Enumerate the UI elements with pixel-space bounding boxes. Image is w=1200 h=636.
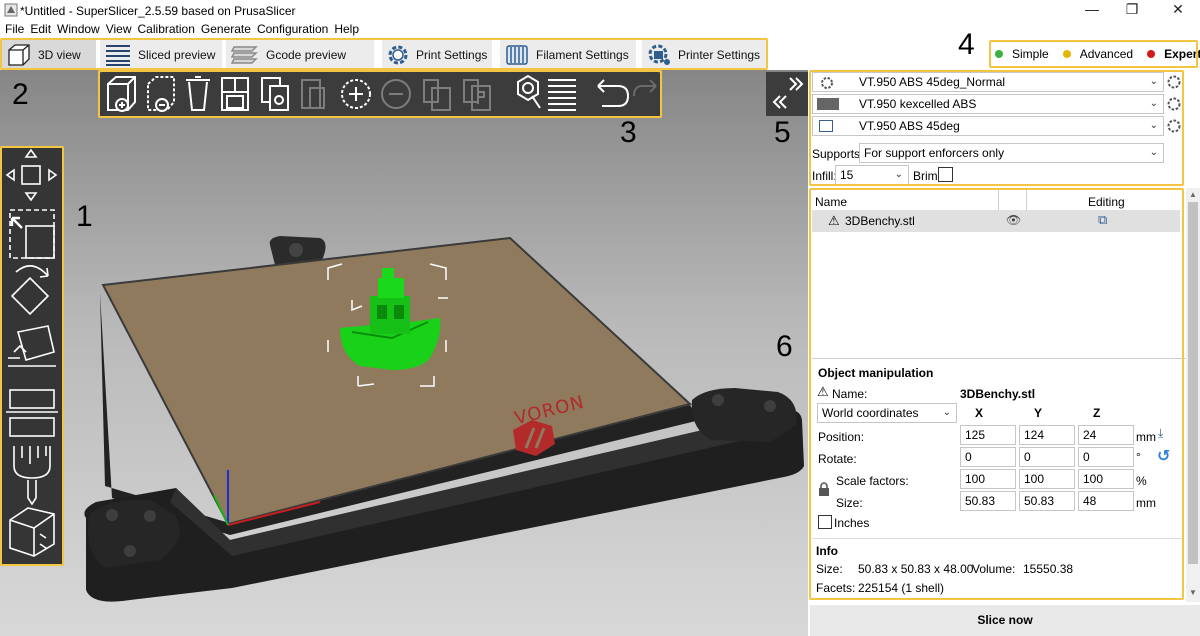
- highlight-modes: [989, 40, 1198, 68]
- menu-bar: File Edit Window View Calibration Generate Con…: [0, 22, 1200, 38]
- bed-bolt-icon: [106, 509, 118, 521]
- menu-generate[interactable]: Generate: [201, 22, 251, 36]
- tab-row: 3D view Sliced preview Gcode preview Pri…: [0, 38, 1200, 70]
- highlight-toolbar: [98, 70, 662, 118]
- bed-bolt-icon: [144, 510, 156, 522]
- menu-view[interactable]: View: [106, 22, 132, 36]
- maximize-button[interactable]: ❐: [1114, 0, 1150, 20]
- menu-calibration[interactable]: Calibration: [138, 22, 195, 36]
- callout-3: 3: [620, 116, 637, 149]
- bed-bolt-icon: [124, 545, 136, 557]
- menu-window[interactable]: Window: [57, 22, 100, 36]
- highlight-presets: [809, 70, 1184, 186]
- scroll-up-icon[interactable]: ▲: [1189, 190, 1197, 199]
- scrollbar-thumb[interactable]: [1188, 202, 1198, 564]
- menu-file[interactable]: File: [5, 22, 24, 36]
- slice-now-button[interactable]: Slice now: [810, 605, 1200, 636]
- scroll-down-icon[interactable]: ▼: [1189, 588, 1197, 597]
- collapse-sidebar-button[interactable]: [766, 72, 808, 116]
- callout-1: 1: [76, 200, 93, 233]
- minimize-button[interactable]: —: [1074, 0, 1110, 20]
- menu-edit[interactable]: Edit: [30, 22, 51, 36]
- window-title: *Untitled - SuperSlicer_2.5.59 based on …: [20, 4, 296, 18]
- highlight-tabs: [0, 38, 768, 70]
- bed-right-mount: [691, 388, 797, 442]
- callout-2: 2: [12, 78, 29, 111]
- menu-configuration[interactable]: Configuration: [257, 22, 328, 36]
- close-button[interactable]: ✕: [1160, 0, 1196, 20]
- callout-5: 5: [774, 116, 791, 149]
- sidebar-scrollbar[interactable]: ▲ ▼: [1186, 188, 1200, 602]
- bed-scene: [84, 236, 804, 602]
- app-icon: [4, 3, 18, 17]
- bed-bolt-icon: [712, 394, 724, 406]
- 3d-viewport[interactable]: VORON: [0, 70, 808, 636]
- title-bar: *Untitled - SuperSlicer_2.5.59 based on …: [0, 0, 1200, 22]
- highlight-objects: [809, 188, 1184, 600]
- highlight-gizmos: [0, 146, 64, 566]
- menu-help[interactable]: Help: [334, 22, 359, 36]
- callout-6: 6: [776, 330, 793, 363]
- bed-bolt-icon: [289, 243, 303, 257]
- callout-4: 4: [958, 28, 975, 61]
- bed-bolt-icon: [764, 400, 776, 412]
- double-chevron-icon: [772, 77, 804, 109]
